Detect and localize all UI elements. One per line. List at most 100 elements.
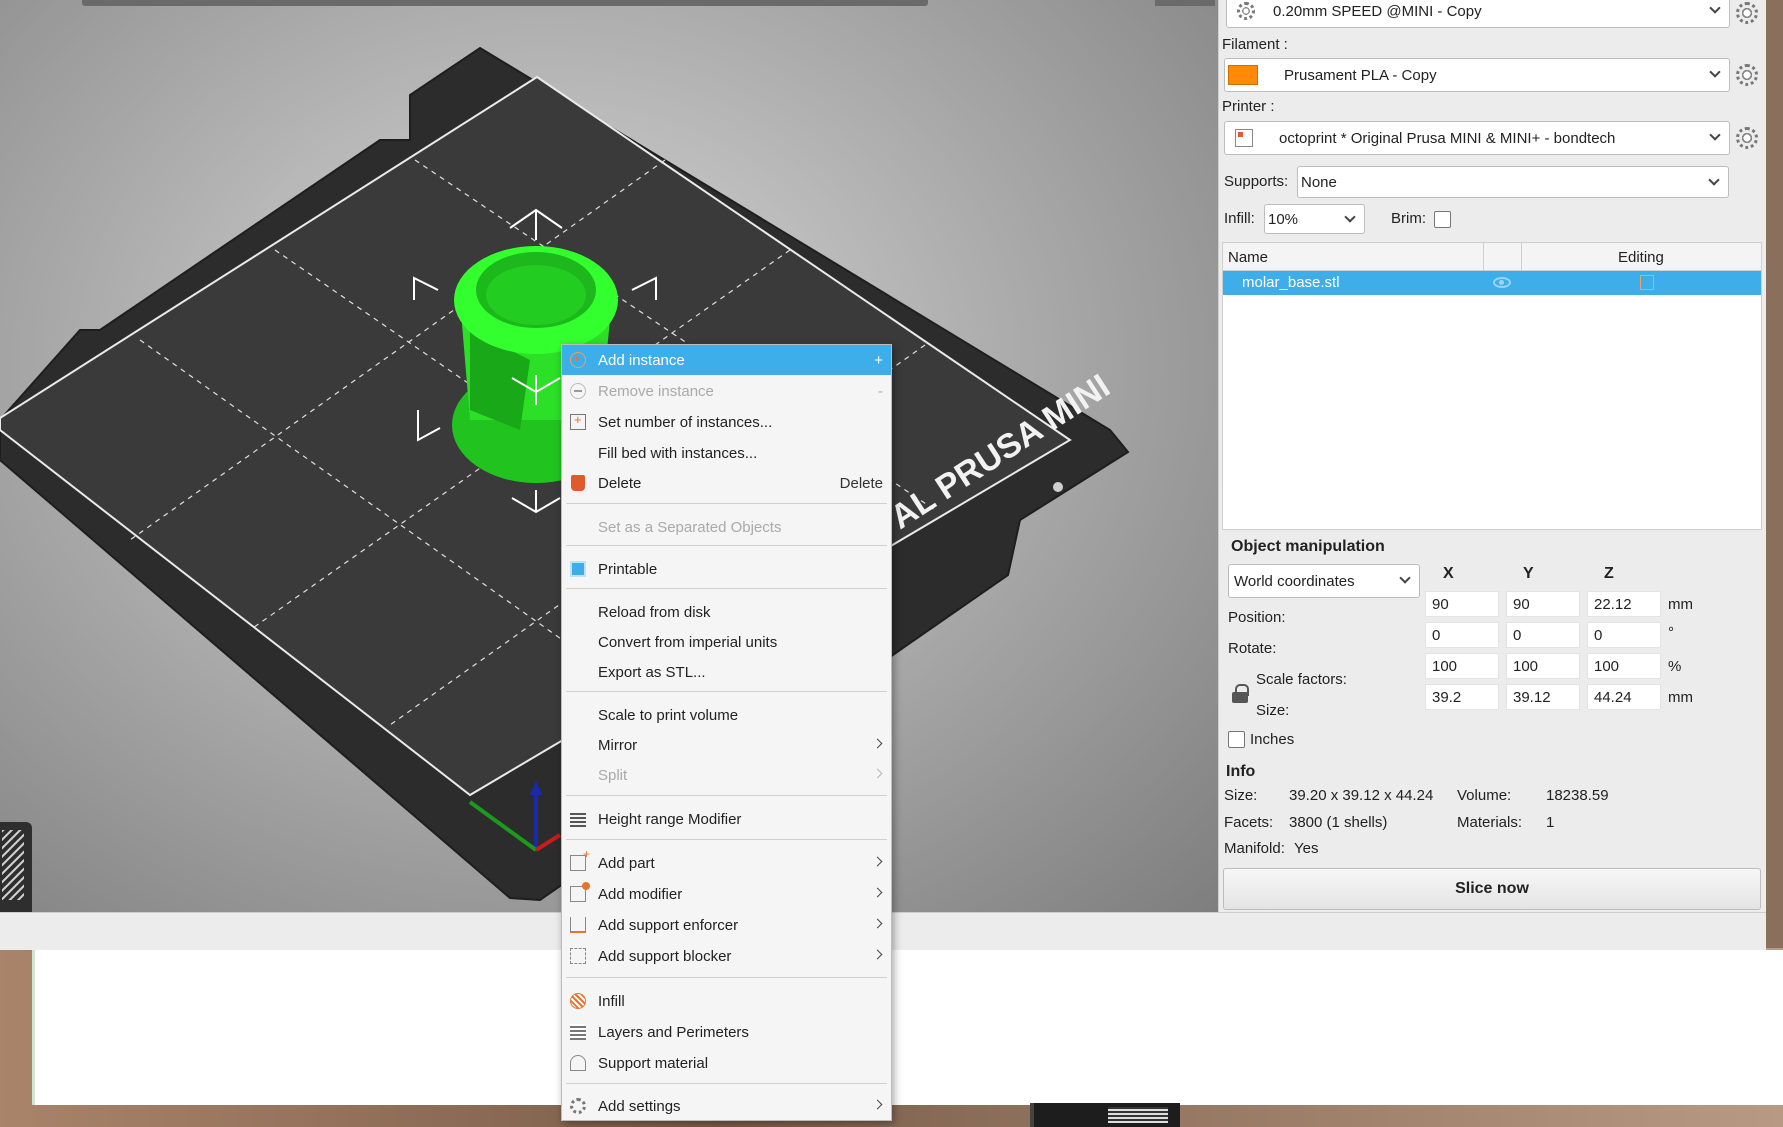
brim-checkbox[interactable] (1434, 211, 1451, 228)
menu-item-label: Add part (598, 854, 655, 872)
menu-item-reload[interactable]: Reload from disk (562, 597, 891, 627)
chevron-right-icon (872, 918, 883, 929)
rotate-x-field[interactable]: 0 (1425, 622, 1499, 648)
manipulation-title: Object manipulation (1231, 538, 1385, 555)
menu-item-convert-imperial[interactable]: Convert from imperial units (562, 627, 891, 657)
menu-item-fill-bed[interactable]: Fill bed with instances... (562, 438, 891, 468)
size-unit: mm (1668, 689, 1693, 706)
menu-item-printable[interactable]: Printable (562, 554, 891, 584)
slice-now-button[interactable]: Slice now (1223, 868, 1761, 910)
size-x-field[interactable]: 39.2 (1425, 684, 1499, 710)
menu-item-infill[interactable]: Infill (562, 986, 891, 1016)
column-editing: Editing (1618, 249, 1664, 266)
position-label: Position: (1228, 609, 1286, 626)
add-modifier-icon (570, 882, 590, 902)
menu-item-set-separated[interactable]: Set as a Separated Objects (562, 512, 891, 542)
lock-icon[interactable] (1232, 684, 1249, 703)
chevron-down-icon (1709, 129, 1721, 141)
menu-item-support-material[interactable]: Support material (562, 1048, 891, 1078)
menu-item-delete[interactable]: Delete Delete (562, 468, 891, 498)
taskbar-fragment (1030, 1103, 1180, 1127)
layers-icon (570, 1024, 586, 1040)
menu-item-shortcut: - (878, 382, 883, 400)
infill-value: 10% (1268, 210, 1299, 228)
menu-item-add-support-enforcer[interactable]: Add support enforcer (562, 910, 891, 940)
print-settings-icon (1237, 2, 1255, 20)
coordinate-system-combo[interactable]: World coordinates (1228, 564, 1420, 598)
chevron-down-icon (1399, 572, 1411, 584)
axis-y-label: Y (1523, 565, 1534, 582)
brim-label: Brim: (1391, 210, 1426, 227)
eye-icon[interactable] (1493, 277, 1511, 288)
menu-item-label: Export as STL... (598, 663, 706, 681)
checkbox-checked-icon (570, 561, 586, 577)
object-list[interactable]: Name Editing molar_base.stl (1222, 242, 1762, 530)
menu-item-add-settings[interactable]: Add settings (562, 1091, 891, 1121)
menu-item-label: Mirror (598, 736, 638, 754)
menu-item-add-part[interactable]: Add part (562, 847, 891, 878)
rotate-z-field[interactable]: 0 (1587, 622, 1661, 648)
menu-item-remove-instance[interactable]: Remove instance - (562, 376, 891, 406)
set-number-icon (570, 412, 586, 430)
menu-item-height-range-modifier[interactable]: Height range Modifier (562, 804, 891, 834)
menu-item-add-support-blocker[interactable]: Add support blocker (562, 941, 891, 971)
rotate-y-field[interactable]: 0 (1506, 622, 1580, 648)
layer-slider-widget[interactable] (0, 822, 32, 912)
info-facets-value: 3800 (1 shells) (1289, 814, 1388, 831)
chevron-right-icon (872, 738, 883, 749)
menu-item-set-number-of-instances[interactable]: Set number of instances... (562, 407, 891, 437)
menu-separator (566, 545, 887, 546)
chevron-down-icon (1709, 66, 1721, 78)
inches-checkbox[interactable] (1228, 731, 1245, 748)
infill-combo[interactable]: 10% (1264, 204, 1365, 234)
info-materials-label: Materials: (1457, 814, 1523, 831)
printer-combo[interactable]: octoprint * Original Prusa MINI & MINI+ … (1224, 121, 1730, 155)
menu-item-label: Convert from imperial units (598, 633, 778, 651)
rotate-unit: ° (1668, 624, 1674, 641)
menu-item-export-stl[interactable]: Export as STL... (562, 657, 891, 687)
filament-label: Filament : (1222, 36, 1288, 53)
scale-z-field[interactable]: 100 (1587, 653, 1661, 679)
size-y-field[interactable]: 39.12 (1506, 684, 1580, 710)
chevron-right-icon (872, 768, 883, 779)
size-z-field[interactable]: 44.24 (1587, 684, 1661, 710)
supports-combo[interactable]: None (1297, 166, 1729, 198)
scale-y-field[interactable]: 100 (1506, 653, 1580, 679)
scale-x-field[interactable]: 100 (1425, 653, 1499, 679)
info-manifold-value: Yes (1294, 840, 1319, 857)
list-item[interactable]: molar_base.stl (1223, 271, 1761, 295)
menu-separator (566, 839, 887, 840)
menu-item-scale-to-volume[interactable]: Scale to print volume (562, 700, 891, 730)
support-enforcer-icon (570, 917, 586, 933)
menu-item-split[interactable]: Split (562, 760, 891, 790)
axis-x-label: X (1443, 565, 1454, 582)
remove-instance-icon (570, 383, 586, 399)
rotate-label: Rotate: (1228, 640, 1277, 657)
trash-icon (571, 475, 585, 491)
bed-hole (1053, 482, 1063, 492)
print-settings-combo[interactable]: 0.20mm SPEED @MINI - Copy (1226, 0, 1730, 28)
info-manifold-label: Manifold: (1224, 840, 1285, 857)
menu-item-label: Set as a Separated Objects (598, 518, 782, 536)
info-materials-value: 1 (1546, 814, 1555, 831)
menu-item-add-modifier[interactable]: Add modifier (562, 879, 891, 909)
printer-value: octoprint * Original Prusa MINI & MINI+ … (1279, 129, 1616, 147)
printer-gear-icon[interactable] (1736, 127, 1758, 149)
menu-item-layers-perimeters[interactable]: Layers and Perimeters (562, 1017, 891, 1047)
print-settings-gear-icon[interactable] (1736, 2, 1758, 24)
coord-system-value: World coordinates (1234, 572, 1355, 590)
support-blocker-icon (570, 948, 586, 964)
info-title: Info (1226, 763, 1256, 780)
position-z-field[interactable]: 22.12 (1587, 591, 1661, 617)
info-volume-label: Volume: (1457, 787, 1512, 804)
edit-settings-icon[interactable] (1640, 275, 1654, 290)
menu-item-mirror[interactable]: Mirror (562, 730, 891, 760)
menu-separator (566, 588, 887, 589)
position-y-field[interactable]: 90 (1506, 591, 1580, 617)
filament-gear-icon[interactable] (1736, 64, 1758, 86)
infill-label: Infill: (1224, 210, 1255, 227)
position-x-field[interactable]: 90 (1425, 591, 1499, 617)
printer-label: Printer : (1222, 98, 1275, 115)
menu-item-add-instance[interactable]: Add instance + (562, 345, 891, 375)
filament-combo[interactable]: Prusament PLA - Copy (1224, 58, 1730, 92)
